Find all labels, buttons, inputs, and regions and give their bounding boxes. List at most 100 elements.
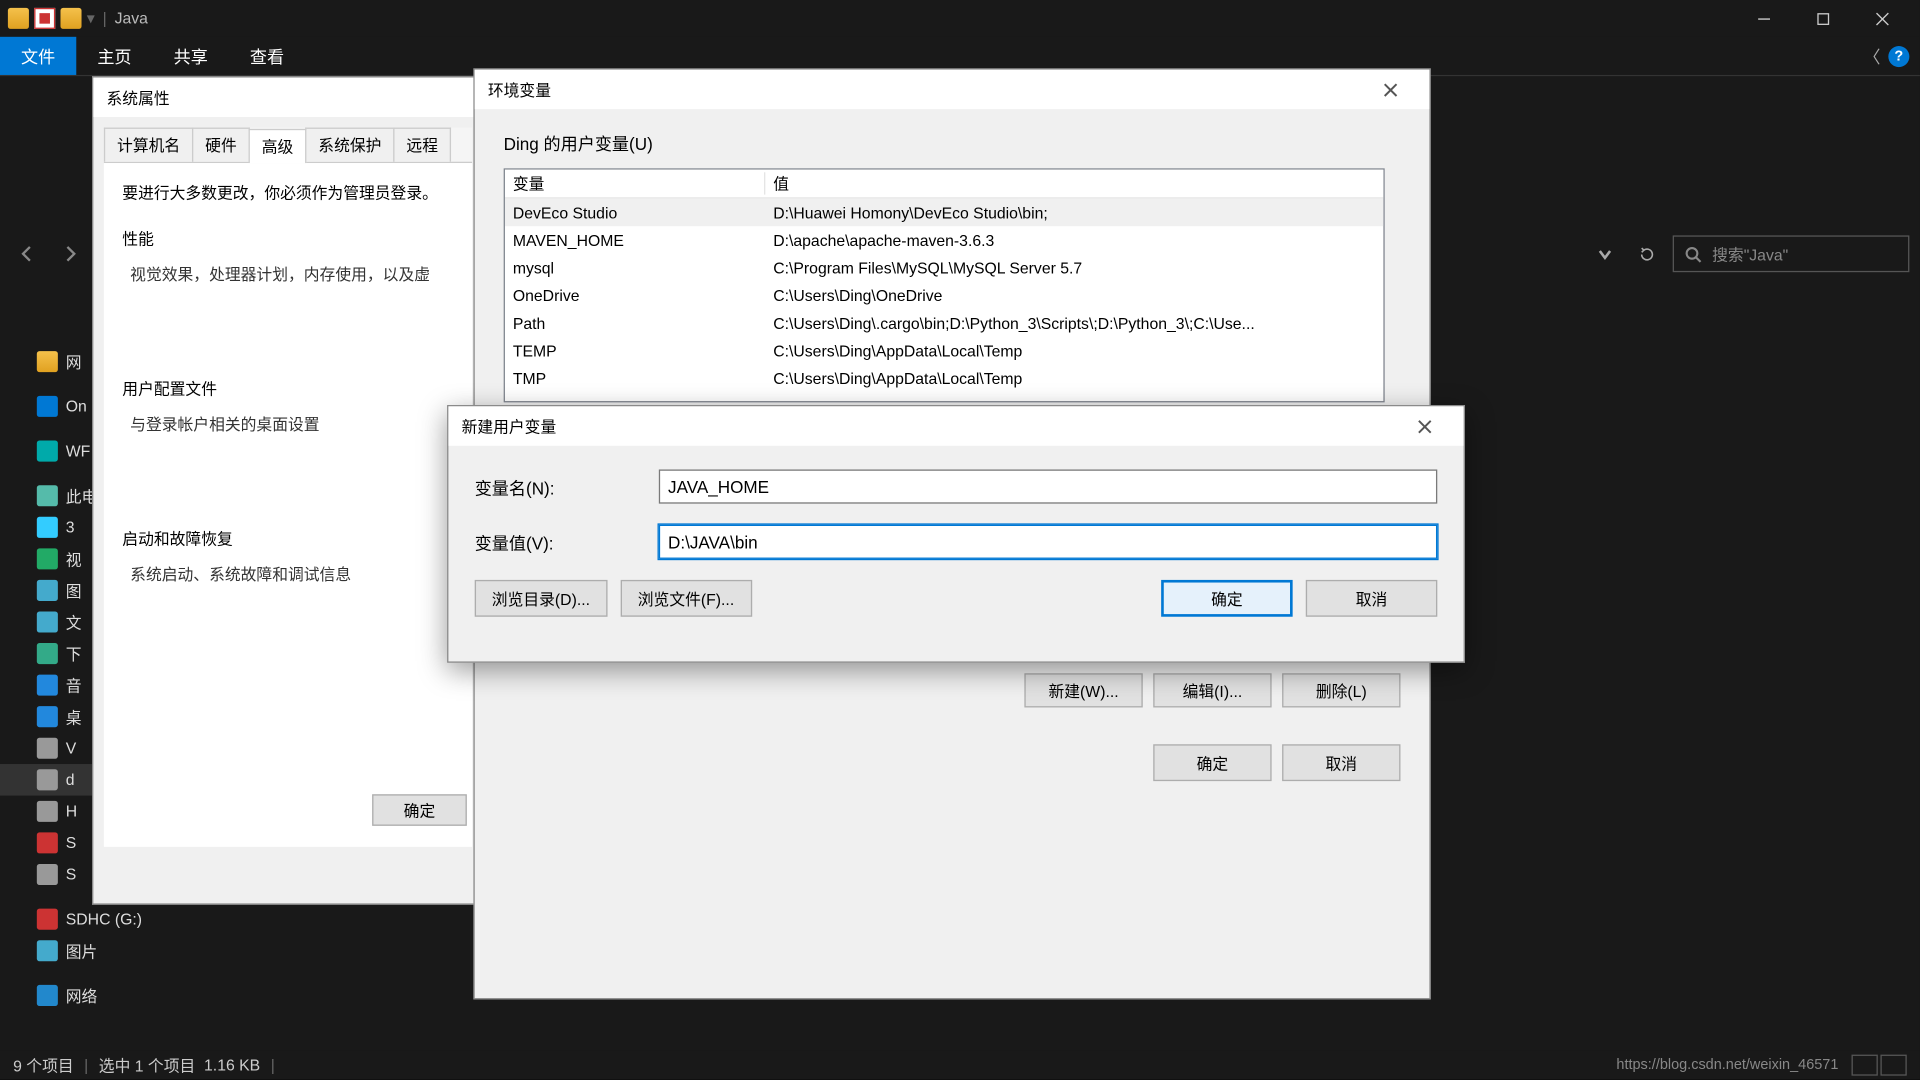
input-variable-value[interactable] xyxy=(659,525,1437,559)
table-row[interactable]: DevEco StudioD:\Huawei Homony\DevEco Stu… xyxy=(505,199,1383,227)
tree-item-label: 视 xyxy=(66,548,82,570)
section-title: 性能 xyxy=(122,227,453,249)
vid-icon xyxy=(37,548,58,569)
win-icon xyxy=(37,441,58,462)
folder-icon xyxy=(8,8,29,29)
close-icon[interactable] xyxy=(1364,70,1417,109)
sd-icon xyxy=(37,909,58,930)
dropdown-icon[interactable] xyxy=(1586,235,1623,272)
section-desc: 视觉效果，处理器计划，内存使用，以及虚 xyxy=(130,263,453,285)
search-input[interactable]: 搜索"Java" xyxy=(1673,235,1910,272)
tree-item-label: 文 xyxy=(66,611,82,633)
section-desc: 与登录帐户相关的桌面设置 xyxy=(130,413,453,435)
dialog-title: 系统属性 xyxy=(93,78,482,117)
desk-icon xyxy=(37,706,58,727)
folder-icon xyxy=(37,351,58,372)
tree-item-label: SDHC (G:) xyxy=(66,910,142,928)
pic-icon xyxy=(37,580,58,601)
ok-button[interactable]: 确定 xyxy=(372,794,467,826)
browse-dir-button[interactable]: 浏览目录(D)... xyxy=(475,580,607,617)
tree-item-label: 桌 xyxy=(66,705,82,727)
tree-item-label: 网 xyxy=(66,350,82,372)
3d-icon xyxy=(37,517,58,538)
dialog-tab[interactable]: 系统保护 xyxy=(305,128,394,162)
browse-file-button[interactable]: 浏览文件(F)... xyxy=(620,580,752,617)
tree-item[interactable]: 图片 xyxy=(0,935,230,967)
section-title: 用户配置文件 xyxy=(122,377,453,399)
watermark-url: https://blog.csdn.net/weixin_46571 xyxy=(1616,1057,1838,1073)
dialog-tabs: 计算机名硬件高级系统保护远程 xyxy=(104,128,472,164)
label-variable-name: 变量名(N): xyxy=(475,474,659,499)
close-button[interactable] xyxy=(1853,0,1912,37)
folder-icon xyxy=(60,8,81,29)
maximize-button[interactable] xyxy=(1794,0,1853,37)
new-button[interactable]: 新建(W)... xyxy=(1024,673,1142,707)
back-button[interactable] xyxy=(11,237,45,271)
tree-item[interactable]: 网络 xyxy=(0,980,230,1012)
drive-icon xyxy=(37,769,58,790)
cancel-button[interactable]: 取消 xyxy=(1306,580,1438,617)
tab-file[interactable]: 文件 xyxy=(0,37,76,75)
dialog-tab[interactable]: 高级 xyxy=(249,129,307,163)
tab-share[interactable]: 共享 xyxy=(153,37,229,75)
search-icon xyxy=(1685,245,1702,262)
details-view-icon[interactable] xyxy=(1852,1055,1878,1076)
app-icon xyxy=(34,8,55,29)
tree-item[interactable]: SDHC (G:) xyxy=(0,903,230,935)
section-title: 启动和故障恢复 xyxy=(122,527,453,549)
refresh-button[interactable] xyxy=(1628,235,1665,272)
minimize-button[interactable] xyxy=(1734,0,1793,37)
dl-icon xyxy=(37,643,58,664)
tree-item-label: 3 xyxy=(66,518,75,536)
table-row[interactable]: TMPC:\Users\Ding\AppData\Local\Temp xyxy=(505,364,1383,392)
table-row[interactable]: mysqlC:\Program Files\MySQL\MySQL Server… xyxy=(505,254,1383,282)
edit-button[interactable]: 编辑(I)... xyxy=(1153,673,1271,707)
sd-icon xyxy=(37,832,58,853)
status-selected: 选中 1 个项目 xyxy=(99,1054,195,1076)
ok-button[interactable]: 确定 xyxy=(1153,744,1271,781)
table-row[interactable]: OneDriveC:\Users\Ding\OneDrive xyxy=(505,281,1383,309)
label-variable-value: 变量值(V): xyxy=(475,529,659,554)
collapse-ribbon-icon[interactable]: 〈 xyxy=(1863,43,1880,68)
tree-item-label: d xyxy=(66,771,75,789)
dialog-tab[interactable]: 计算机名 xyxy=(104,128,193,162)
ok-button[interactable]: 确定 xyxy=(1161,580,1293,617)
tab-view[interactable]: 查看 xyxy=(229,37,305,75)
group-label: Ding 的用户变量(U) xyxy=(504,130,1401,155)
thumbnails-view-icon[interactable] xyxy=(1880,1055,1906,1076)
status-size: 1.16 KB xyxy=(204,1056,260,1074)
window-titlebar: ▾ | Java xyxy=(0,0,1920,37)
cancel-button[interactable]: 取消 xyxy=(1282,744,1400,781)
tree-item-label: 下 xyxy=(66,642,82,664)
table-row[interactable]: PathC:\Users\Ding\.cargo\bin;D:\Python_3… xyxy=(505,309,1383,337)
tree-item-label: 图 xyxy=(66,579,82,601)
od-icon xyxy=(37,396,58,417)
user-variables-table[interactable]: 变量 值 DevEco StudioD:\Huawei Homony\DevEc… xyxy=(504,168,1385,402)
input-variable-name[interactable] xyxy=(659,469,1437,503)
tree-item-label: WF xyxy=(66,442,91,460)
dialog-new-user-variable: 新建用户变量 变量名(N): 变量值(V): 浏览目录(D)... 浏览文件(F… xyxy=(447,405,1465,663)
tree-item-label: 图片 xyxy=(66,940,98,962)
table-row[interactable]: MAVEN_HOMED:\apache\apache-maven-3.6.3 xyxy=(505,226,1383,254)
tab-home[interactable]: 主页 xyxy=(76,37,152,75)
intro-text: 要进行大多数更改，你必须作为管理员登录。 xyxy=(122,181,453,203)
delete-button[interactable]: 删除(L) xyxy=(1282,673,1400,707)
tree-item-label: S xyxy=(66,834,77,852)
close-icon[interactable] xyxy=(1398,406,1451,445)
table-row[interactable]: TEMPC:\Users\Ding\AppData\Local\Temp xyxy=(505,337,1383,365)
help-icon[interactable]: ? xyxy=(1888,45,1909,66)
tree-item-label: S xyxy=(66,865,77,883)
dialog-tab[interactable]: 远程 xyxy=(393,128,451,162)
tree-item-label: On xyxy=(66,397,87,415)
forward-button[interactable] xyxy=(53,237,87,271)
table-header: 变量 值 xyxy=(505,170,1383,199)
tree-item-label: 网络 xyxy=(66,984,98,1006)
tree-item-label: V xyxy=(66,739,77,757)
drive-icon xyxy=(37,801,58,822)
pic-icon xyxy=(37,940,58,961)
dialog-tab[interactable]: 硬件 xyxy=(192,128,250,162)
drive-icon xyxy=(37,738,58,759)
tree-item-label: 音 xyxy=(66,674,82,696)
tree-item-label: H xyxy=(66,802,77,820)
pc-icon xyxy=(37,485,58,506)
